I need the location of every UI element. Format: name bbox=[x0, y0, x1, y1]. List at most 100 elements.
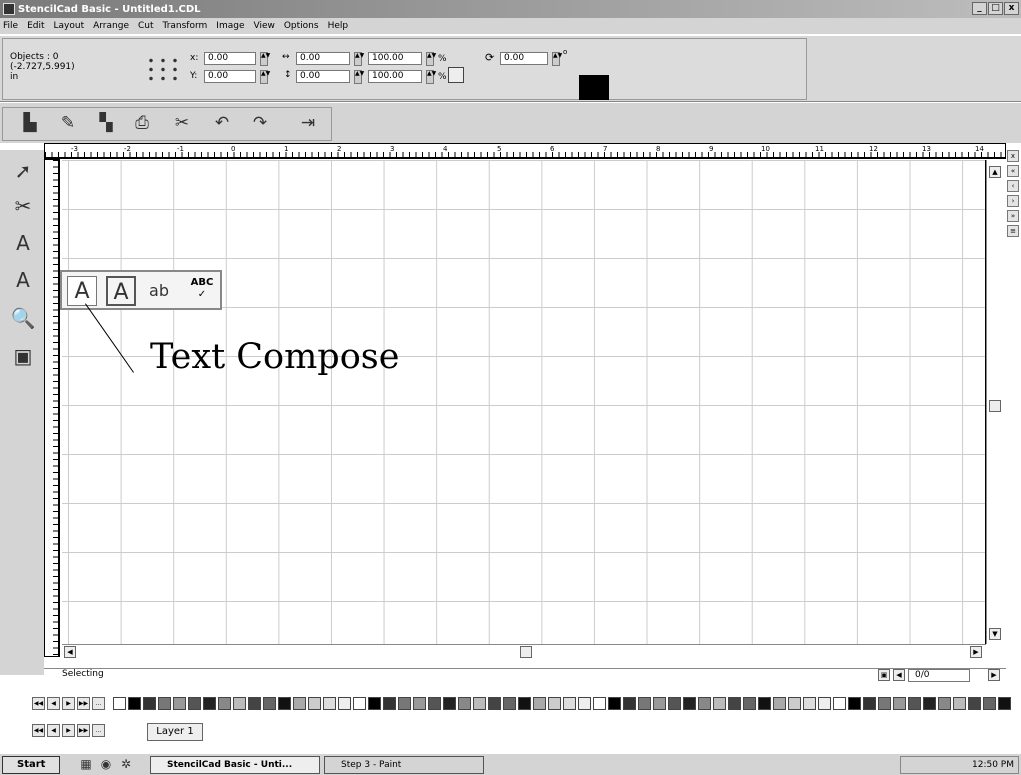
palette-swatch[interactable] bbox=[623, 697, 636, 710]
scroll-right-button[interactable]: ▶ bbox=[970, 646, 982, 658]
scroll-up-button[interactable]: ▲ bbox=[989, 166, 1001, 178]
scroll-thumb[interactable] bbox=[989, 400, 1001, 412]
height-spinner[interactable]: ▲▼ bbox=[354, 70, 364, 84]
palette-swatch[interactable] bbox=[728, 697, 741, 710]
palette-first-button[interactable]: ◀◀ bbox=[32, 697, 45, 710]
palette-swatch[interactable] bbox=[308, 697, 321, 710]
palette-swatch[interactable] bbox=[398, 697, 411, 710]
save-icon[interactable]: ▚ bbox=[94, 112, 118, 134]
menu-edit[interactable]: Edit bbox=[27, 21, 44, 31]
palette-swatch[interactable] bbox=[788, 697, 801, 710]
palette-prev-button[interactable]: ◀ bbox=[47, 697, 60, 710]
palette-swatch[interactable] bbox=[878, 697, 891, 710]
menu-image[interactable]: Image bbox=[216, 21, 244, 31]
palette-swatch[interactable] bbox=[113, 697, 126, 710]
height-field[interactable]: 0.00 bbox=[296, 70, 350, 83]
palette-swatch[interactable] bbox=[488, 697, 501, 710]
page-next-button[interactable]: ▶ bbox=[988, 669, 1000, 681]
scale-y-spinner[interactable]: ▲▼ bbox=[426, 70, 436, 84]
palette-swatch[interactable] bbox=[128, 697, 141, 710]
layer-prev-button[interactable]: ◀ bbox=[47, 724, 60, 737]
first-page-button[interactable]: « bbox=[1007, 165, 1019, 177]
exit-icon[interactable]: ⇥ bbox=[296, 112, 320, 134]
quicklaunch-app-icon[interactable]: ✲ bbox=[118, 755, 134, 773]
menu-view[interactable]: View bbox=[253, 21, 274, 31]
menu-cut[interactable]: Cut bbox=[138, 21, 154, 31]
scale-x-spinner[interactable]: ▲▼ bbox=[426, 52, 436, 66]
quicklaunch-browser-icon[interactable]: ◉ bbox=[98, 755, 114, 773]
palette-swatch[interactable] bbox=[818, 697, 831, 710]
palette-swatch[interactable] bbox=[518, 697, 531, 710]
layer-tab[interactable]: Layer 1 bbox=[147, 723, 203, 741]
next-page-button[interactable]: › bbox=[1007, 195, 1019, 207]
fill-color-swatch[interactable] bbox=[579, 75, 609, 100]
vertical-scrollbar[interactable]: ▲ ▼ bbox=[986, 160, 1004, 644]
x-position-field[interactable]: 0.00 bbox=[204, 52, 256, 65]
palette-swatch[interactable] bbox=[338, 697, 351, 710]
start-button[interactable]: Start bbox=[2, 756, 60, 774]
palette-swatch[interactable] bbox=[923, 697, 936, 710]
palette-swatch[interactable] bbox=[143, 697, 156, 710]
task-stencilcad[interactable]: StencilCad Basic - Unti... bbox=[150, 756, 320, 774]
view-tool-icon[interactable]: ▣ bbox=[10, 343, 36, 369]
palette-swatch[interactable] bbox=[368, 697, 381, 710]
maximize-button[interactable]: □ bbox=[988, 2, 1003, 15]
layer-last-button[interactable]: ▶▶ bbox=[77, 724, 90, 737]
palette-swatch[interactable] bbox=[998, 697, 1011, 710]
menu-file[interactable]: File bbox=[3, 21, 18, 31]
palette-swatch[interactable] bbox=[443, 697, 456, 710]
palette-swatch[interactable] bbox=[248, 697, 261, 710]
palette-swatch[interactable] bbox=[548, 697, 561, 710]
y-position-field[interactable]: 0.00 bbox=[204, 70, 256, 83]
scroll-thumb[interactable] bbox=[520, 646, 532, 658]
layer-more-button[interactable]: … bbox=[92, 724, 105, 737]
menu-arrange[interactable]: Arrange bbox=[93, 21, 129, 31]
palette-swatch[interactable] bbox=[683, 697, 696, 710]
y-spinner[interactable]: ▲▼ bbox=[260, 70, 270, 84]
shape-tool-icon[interactable]: ✂ bbox=[10, 193, 36, 219]
frame-text-icon[interactable]: A bbox=[106, 276, 136, 306]
palette-swatch[interactable] bbox=[263, 697, 276, 710]
undo-icon[interactable]: ↶ bbox=[210, 112, 234, 134]
menu-layout[interactable]: Layout bbox=[54, 21, 85, 31]
palette-swatch[interactable] bbox=[173, 697, 186, 710]
width-spinner[interactable]: ▲▼ bbox=[354, 52, 364, 66]
menu-options[interactable]: Options bbox=[284, 21, 319, 31]
cut-icon[interactable]: ✂ bbox=[170, 112, 194, 134]
palette-swatch[interactable] bbox=[938, 697, 951, 710]
palette-swatch[interactable] bbox=[713, 697, 726, 710]
palette-swatch[interactable] bbox=[323, 697, 336, 710]
palette-swatch[interactable] bbox=[638, 697, 651, 710]
palette-swatch[interactable] bbox=[293, 697, 306, 710]
palette-swatch[interactable] bbox=[608, 697, 621, 710]
palette-swatch[interactable] bbox=[803, 697, 816, 710]
palette-swatch[interactable] bbox=[383, 697, 396, 710]
palette-swatch[interactable] bbox=[983, 697, 996, 710]
palette-swatch[interactable] bbox=[893, 697, 906, 710]
menu-transform[interactable]: Transform bbox=[163, 21, 208, 31]
palette-swatch[interactable] bbox=[953, 697, 966, 710]
palette-last-button[interactable]: ▶▶ bbox=[77, 697, 90, 710]
redo-icon[interactable]: ↷ bbox=[248, 112, 272, 134]
menu-lines-icon[interactable]: ≡ bbox=[1007, 225, 1019, 237]
palette-swatch[interactable] bbox=[233, 697, 246, 710]
layer-first-button[interactable]: ◀◀ bbox=[32, 724, 45, 737]
palette-swatch[interactable] bbox=[278, 697, 291, 710]
prev-page-button[interactable]: ‹ bbox=[1007, 180, 1019, 192]
palette-swatch[interactable] bbox=[158, 697, 171, 710]
scale-x-field[interactable]: 100.00 bbox=[368, 52, 422, 65]
drawing-canvas[interactable] bbox=[62, 160, 986, 644]
anchor-point-selector[interactable] bbox=[145, 56, 181, 82]
palette-swatch[interactable] bbox=[458, 697, 471, 710]
palette-swatch[interactable] bbox=[578, 697, 591, 710]
lock-ratio-icon[interactable] bbox=[448, 67, 464, 83]
print-icon[interactable]: ⎙ bbox=[130, 112, 154, 134]
palette-swatch[interactable] bbox=[698, 697, 711, 710]
quicklaunch-desktop-icon[interactable]: ▦ bbox=[78, 755, 94, 773]
last-page-button[interactable]: » bbox=[1007, 210, 1019, 222]
text-compose-icon[interactable]: A bbox=[67, 276, 97, 306]
scale-y-field[interactable]: 100.00 bbox=[368, 70, 422, 83]
palette-swatch[interactable] bbox=[773, 697, 786, 710]
rotation-spinner[interactable]: ▲▼ bbox=[552, 52, 562, 66]
palette-swatch[interactable] bbox=[218, 697, 231, 710]
